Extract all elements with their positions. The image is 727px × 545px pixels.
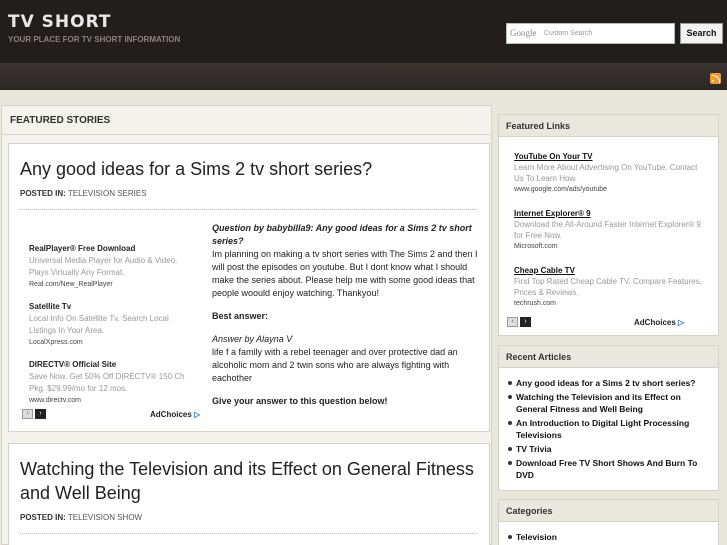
recent-article-link[interactable]: Any good ideas for a Sims 2 tv short ser… [508, 377, 712, 389]
featured-link[interactable]: Internet Explorer® 9 Download the All-Ar… [514, 208, 704, 252]
best-answer-label: Best answer: [212, 311, 269, 321]
post-title[interactable]: Any good ideas for a Sims 2 tv short ser… [20, 157, 372, 181]
widget-title: Featured Links [499, 115, 718, 137]
ad-url[interactable]: Real.com/New_RealPlayer [29, 279, 194, 291]
recent-article-link[interactable]: An Introduction to Digital Light Process… [508, 417, 712, 441]
ad-title[interactable]: RealPlayer® Free Download [29, 243, 194, 255]
ad-title[interactable]: Satellite Tv [29, 301, 194, 313]
ad-item[interactable]: DIRECTV® Official Site Save Now. Get 50%… [29, 359, 194, 407]
adchoices-link[interactable]: AdChoices ▷ [150, 410, 200, 419]
give-answer-text: Give your answer to this question below! [212, 396, 388, 406]
post-title[interactable]: Watching the Television and its Effect o… [20, 457, 480, 505]
ad-desc: Universal Media Player for Audio & Video… [29, 256, 178, 277]
ad-prev-icon[interactable]: ‹ [507, 317, 518, 327]
link-url[interactable]: Microsoft.com [514, 241, 704, 252]
link-url[interactable]: techrush.com [514, 298, 704, 309]
link-desc: Learn More About Advertising On YouTube.… [514, 163, 698, 183]
adchoices-label: AdChoices [634, 318, 676, 327]
ad-desc: Save Now. Get 50% Off DIRECTV® 150 Ch Pk… [29, 372, 185, 393]
ad-item[interactable]: RealPlayer® Free Download Universal Medi… [29, 243, 194, 291]
post-category-link[interactable]: TELEVISION SERIES [68, 189, 147, 198]
answer-author: Answer by Alayna V [212, 334, 293, 344]
answer-text: life f a family with a rebel teenager an… [212, 347, 458, 383]
search-input[interactable]: Google Custom Search [506, 23, 675, 44]
ad-next-icon[interactable]: › [520, 317, 531, 327]
ad-prev-icon[interactable]: ‹ [22, 409, 33, 419]
post-meta: POSTED IN: TELEVISION SHOW [20, 513, 142, 522]
featured-link[interactable]: YouTube On Your TV Learn More About Adve… [514, 151, 704, 195]
ad-url[interactable]: www.directv.com [29, 395, 194, 407]
rss-icon[interactable] [710, 73, 721, 84]
ad-item[interactable]: Satellite Tv Local Info On Satellite Tv.… [29, 301, 194, 349]
widget-title: Recent Articles [499, 346, 718, 368]
nav-bar [0, 63, 727, 90]
link-desc: Find Top Rated Cheap Cable TV. Compare F… [514, 277, 702, 297]
adchoices-label: AdChoices [150, 410, 192, 419]
category-link[interactable]: Television [508, 531, 712, 543]
post-meta: POSTED IN: TELEVISION SERIES [20, 189, 147, 198]
widget-title: Categories [499, 500, 718, 522]
link-title[interactable]: Internet Explorer® 9 [514, 208, 704, 219]
link-desc: Download the All-Around Faster Internet … [514, 220, 701, 240]
recent-article-link[interactable]: TV Trivia [508, 443, 712, 455]
ad-url[interactable]: LocalXpress.com [29, 337, 194, 349]
featured-link[interactable]: Cheap Cable TV Find Top Rated Cheap Cabl… [514, 265, 704, 309]
google-logo: Google [510, 28, 537, 38]
link-url[interactable]: www.google.com/ads/youtube [514, 184, 704, 195]
question-body: Im planning on making a tv short series … [212, 249, 478, 298]
post-category-link[interactable]: TELEVISION SHOW [68, 513, 142, 522]
posted-label: POSTED IN: [20, 513, 66, 522]
adchoices-link[interactable]: AdChoices ▷ [634, 318, 684, 327]
link-title[interactable]: YouTube On Your TV [514, 151, 704, 162]
divider [1, 134, 490, 135]
divider [20, 209, 477, 210]
adchoices-icon: ▷ [678, 318, 685, 327]
site-tagline: YOUR PLACE FOR TV SHORT INFORMATION [8, 35, 181, 44]
link-title[interactable]: Cheap Cable TV [514, 265, 704, 276]
ad-unit: RealPlayer® Free Download Universal Medi… [29, 243, 194, 407]
divider [20, 533, 477, 534]
recent-article-link[interactable]: Download Free TV Short Shows And Burn To… [508, 457, 712, 481]
site-title[interactable]: TV SHORT [8, 12, 112, 32]
posted-label: POSTED IN: [20, 189, 66, 198]
categories-list: Television [508, 531, 712, 545]
recent-articles-list: Any good ideas for a Sims 2 tv short ser… [508, 377, 712, 483]
post-body: Question by babybilla9: Any good ideas f… [212, 222, 480, 418]
section-title: FEATURED STORIES [10, 115, 111, 126]
ad-title[interactable]: DIRECTV® Official Site [29, 359, 194, 371]
recent-article-link[interactable]: Watching the Television and its Effect o… [508, 391, 712, 415]
ad-next-icon[interactable]: › [35, 409, 46, 419]
question-text: Question by babybilla9: Any good ideas f… [212, 223, 472, 246]
search-placeholder: Custom Search [544, 30, 593, 37]
ad-desc: Local Info On Satellite Tv. Search Local… [29, 314, 169, 335]
adchoices-icon: ▷ [194, 410, 201, 419]
search-button[interactable]: Search [680, 23, 723, 44]
